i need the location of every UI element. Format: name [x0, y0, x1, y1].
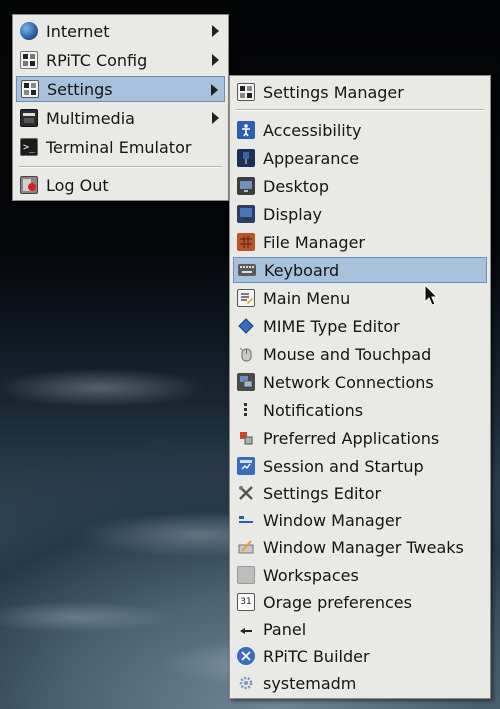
menu-item-workspaces[interactable]: Workspaces — [233, 562, 487, 588]
menu-item-label: Session and Startup — [263, 456, 424, 476]
submenu-arrow-icon — [212, 112, 219, 124]
session-icon — [237, 457, 255, 475]
network-icon — [237, 373, 255, 391]
menu-item-notifications[interactable]: Notifications — [233, 397, 487, 423]
menu-item-main-menu[interactable]: Main Menu — [233, 285, 487, 311]
mime-type-editor-icon — [237, 317, 255, 335]
submenu-arrow-icon — [212, 54, 219, 66]
menu-item-label: Internet — [46, 21, 110, 41]
menu-item-label: Display — [263, 204, 322, 224]
settings-submenu: Settings Manager Accessibility Appearanc… — [229, 75, 491, 699]
menu-item-label: File Manager — [263, 232, 365, 252]
menu-item-keyboard[interactable]: Keyboard — [233, 257, 487, 283]
menu-item-session-and-startup[interactable]: Session and Startup — [233, 453, 487, 479]
menu-item-network-connections[interactable]: Network Connections — [233, 369, 487, 395]
submenu-arrow-icon — [211, 84, 218, 96]
logout-icon — [20, 176, 38, 194]
menu-item-label: Workspaces — [263, 565, 359, 585]
menu-separator — [19, 166, 222, 168]
menu-item-multimedia[interactable]: Multimedia — [16, 105, 225, 131]
systemadm-icon — [237, 674, 255, 692]
rpitc-config-icon — [20, 51, 38, 69]
terminal-icon: >_ — [20, 138, 38, 156]
menu-item-log-out[interactable]: Log Out — [16, 172, 225, 198]
menu-item-label: RPiTC Builder — [263, 646, 370, 666]
desktop-icon — [237, 177, 255, 195]
main-menu-icon — [237, 289, 255, 307]
menu-item-panel[interactable]: Panel — [233, 616, 487, 642]
menu-item-file-manager[interactable]: File Manager — [233, 229, 487, 255]
menu-item-settings[interactable]: Settings — [16, 76, 225, 102]
menu-item-settings-manager[interactable]: Settings Manager — [233, 79, 487, 105]
panel-icon — [237, 620, 255, 638]
appearance-icon — [237, 149, 255, 167]
mouse-icon — [237, 345, 255, 363]
menu-item-window-manager[interactable]: Window Manager — [233, 507, 487, 533]
rpitc-builder-icon — [237, 647, 255, 665]
menu-item-preferred-applications[interactable]: Preferred Applications — [233, 425, 487, 451]
multimedia-icon — [20, 109, 38, 127]
settings-manager-icon — [237, 83, 255, 101]
menu-item-label: Settings Editor — [263, 483, 382, 503]
menu-item-rpitc-config[interactable]: RPiTC Config — [16, 47, 225, 73]
menu-item-label: Appearance — [263, 148, 360, 168]
menu-item-label: Settings — [47, 79, 113, 99]
menu-item-label: Window Manager — [263, 510, 402, 530]
menu-item-appearance[interactable]: Appearance — [233, 145, 487, 171]
menu-item-settings-editor[interactable]: Settings Editor — [233, 480, 487, 506]
menu-item-label: Mouse and Touchpad — [263, 344, 432, 364]
menu-item-mime-type-editor[interactable]: MIME Type Editor — [233, 313, 487, 339]
menu-item-label: Notifications — [263, 400, 364, 420]
workspaces-icon — [237, 566, 255, 584]
main-menu: Internet RPiTC Config Settings Multimedi… — [12, 14, 229, 201]
file-manager-icon — [237, 233, 255, 251]
menu-item-mouse-and-touchpad[interactable]: Mouse and Touchpad — [233, 341, 487, 367]
menu-item-rpitc-builder[interactable]: RPiTC Builder — [233, 643, 487, 669]
menu-item-label: Terminal Emulator — [46, 137, 192, 157]
menu-item-label: MIME Type Editor — [263, 316, 400, 336]
keyboard-icon — [238, 264, 256, 276]
menu-item-label: Window Manager Tweaks — [263, 537, 464, 557]
menu-item-desktop[interactable]: Desktop — [233, 173, 487, 199]
menu-item-accessibility[interactable]: Accessibility — [233, 117, 487, 143]
notifications-icon — [237, 401, 255, 419]
menu-separator — [236, 109, 484, 111]
menu-item-internet[interactable]: Internet — [16, 18, 225, 44]
menu-item-label: systemadm — [263, 673, 357, 693]
menu-item-label: Accessibility — [263, 120, 362, 140]
accessibility-icon — [237, 121, 255, 139]
menu-item-label: Main Menu — [263, 288, 351, 308]
menu-item-label: Preferred Applications — [263, 428, 440, 448]
menu-item-terminal-emulator[interactable]: >_ Terminal Emulator — [16, 134, 225, 160]
menu-item-window-manager-tweaks[interactable]: Window Manager Tweaks — [233, 534, 487, 560]
globe-icon — [20, 22, 38, 40]
settings-icon — [21, 80, 39, 98]
menu-item-display[interactable]: Display — [233, 201, 487, 227]
window-manager-icon — [237, 511, 255, 529]
settings-editor-icon — [237, 484, 255, 502]
window-manager-tweaks-icon — [237, 538, 255, 556]
display-icon — [237, 205, 255, 223]
menu-item-label: Keyboard — [264, 260, 340, 280]
preferred-applications-icon — [237, 429, 255, 447]
submenu-arrow-icon — [212, 25, 219, 37]
mouse-pointer-icon — [424, 284, 438, 306]
menu-item-label: Orage preferences — [263, 592, 412, 612]
menu-item-label: Multimedia — [46, 108, 135, 128]
orage-icon: 31 — [237, 593, 255, 611]
menu-item-label: Panel — [263, 619, 307, 639]
menu-item-label: Network Connections — [263, 372, 434, 392]
menu-item-label: Settings Manager — [263, 82, 404, 102]
menu-item-systemadm[interactable]: systemadm — [233, 670, 487, 696]
menu-item-label: RPiTC Config — [46, 50, 148, 70]
menu-item-label: Log Out — [46, 175, 109, 195]
menu-item-orage-preferences[interactable]: 31 Orage preferences — [233, 589, 487, 615]
menu-item-label: Desktop — [263, 176, 329, 196]
